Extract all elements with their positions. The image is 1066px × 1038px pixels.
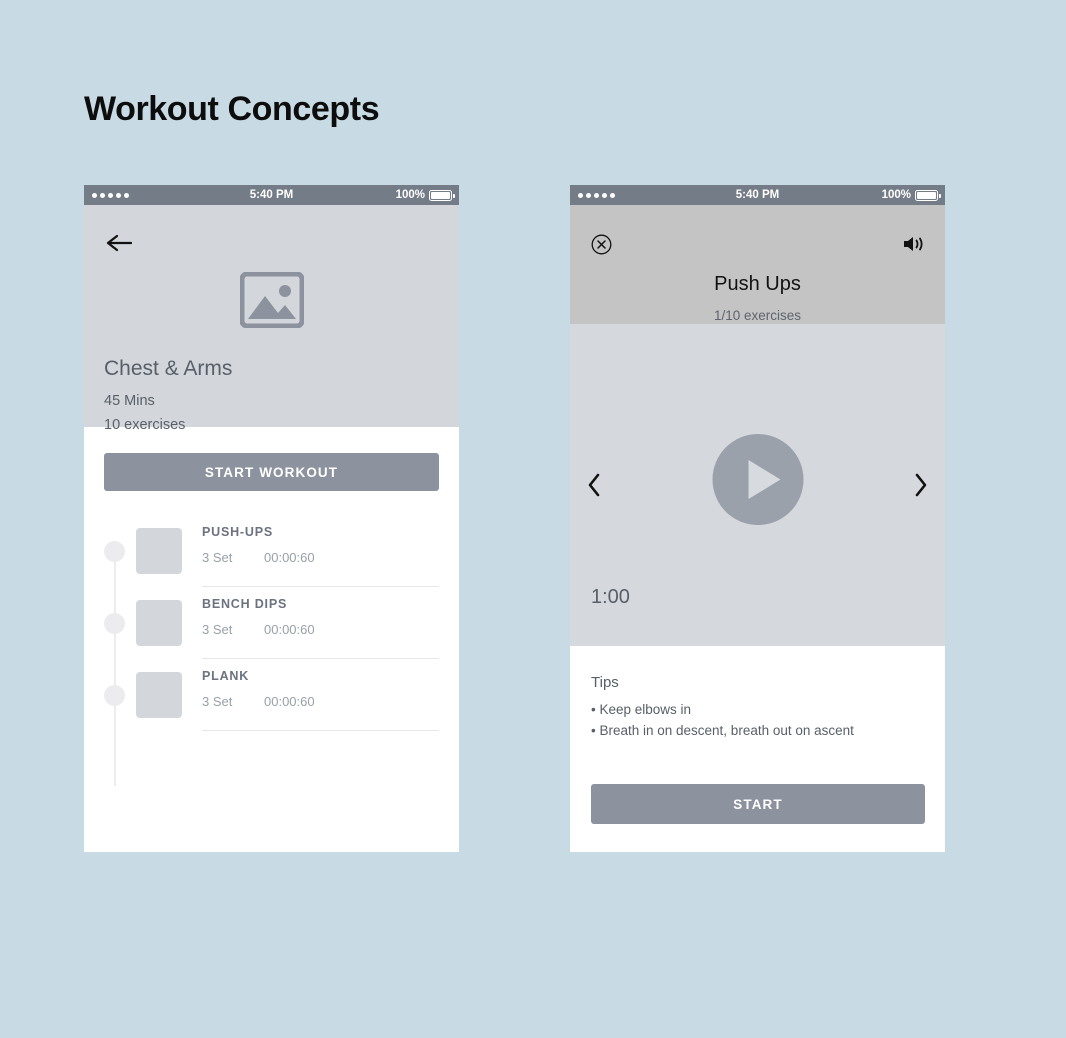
workout-title: Chest & Arms xyxy=(104,357,233,380)
exercise-meta: 3 Set 00:00:60 xyxy=(202,622,439,637)
exercise-info: BENCH DIPS 3 Set 00:00:60 xyxy=(202,597,439,637)
exercise-list: PUSH-UPS 3 Set 00:00:60 BENCH DIPS 3 Set… xyxy=(84,515,459,786)
exercise-time: 00:00:60 xyxy=(264,550,315,565)
status-bar: 5:40 PM 100% xyxy=(570,185,945,205)
timeline-dot xyxy=(104,541,125,562)
tips-item: • Breath in on descent, breath out on as… xyxy=(591,723,854,738)
tips-item: • Keep elbows in xyxy=(591,702,692,717)
exercise-sets: 3 Set xyxy=(202,622,233,637)
chevron-left-icon[interactable] xyxy=(585,472,603,498)
battery-icon xyxy=(915,189,941,201)
list-item[interactable]: PUSH-UPS 3 Set 00:00:60 xyxy=(84,515,459,587)
chevron-right-icon[interactable] xyxy=(912,472,930,498)
speaker-volume-icon[interactable] xyxy=(902,234,926,254)
exercise-name: PLANK xyxy=(202,669,250,683)
workout-exercise-count: 10 exercises xyxy=(104,417,186,433)
screenshot-root: Workout Concepts 5:40 PM 100% Chest & Ar… xyxy=(0,0,1066,1038)
exercise-thumbnail xyxy=(136,672,182,718)
arrow-left-icon[interactable] xyxy=(106,233,133,253)
phone-mockup-exercise-player: 5:40 PM 100% Push Ups 1/10 exercises 1:0… xyxy=(570,185,945,852)
page-title: Workout Concepts xyxy=(84,90,380,128)
status-bar: 5:40 PM 100% xyxy=(84,185,459,205)
status-bar-battery-group: 100% xyxy=(395,189,455,201)
exercise-meta: 3 Set 00:00:60 xyxy=(202,694,439,709)
exercise-header: Push Ups 1/10 exercises xyxy=(570,205,945,324)
timeline-dot xyxy=(104,613,125,634)
battery-icon xyxy=(429,189,455,201)
exercise-meta: 3 Set 00:00:60 xyxy=(202,550,439,565)
exercise-sets: 3 Set xyxy=(202,550,233,565)
battery-percent-label: 100% xyxy=(881,189,911,201)
battery-percent-label: 100% xyxy=(395,189,425,201)
exercise-name: PUSH-UPS xyxy=(202,525,273,539)
workout-hero: Chest & Arms 45 Mins 10 exercises xyxy=(84,205,459,433)
exercise-timer: 1:00 xyxy=(591,586,630,608)
exercise-info: PUSH-UPS 3 Set 00:00:60 xyxy=(202,525,439,565)
start-button[interactable]: START xyxy=(591,784,925,824)
workout-duration: 45 Mins xyxy=(104,393,155,409)
start-workout-button[interactable]: START WORKOUT xyxy=(104,453,439,491)
exercise-time: 00:00:60 xyxy=(264,694,315,709)
list-item[interactable]: PLANK 3 Set 00:00:60 xyxy=(84,659,459,731)
row-divider xyxy=(202,730,439,731)
exercise-thumbnail xyxy=(136,528,182,574)
exercise-thumbnail xyxy=(136,600,182,646)
exercise-progress: 1/10 exercises xyxy=(713,308,802,323)
tips-title: Tips xyxy=(591,674,619,691)
timeline-dot xyxy=(104,685,125,706)
exercise-sets: 3 Set xyxy=(202,694,233,709)
phone-mockup-workout-detail: 5:40 PM 100% Chest & Arms 45 Mins 10 exe… xyxy=(84,185,459,852)
exercise-title: Push Ups xyxy=(714,273,801,295)
close-circle-icon[interactable] xyxy=(591,234,612,255)
list-item[interactable]: BENCH DIPS 3 Set 00:00:60 xyxy=(84,587,459,659)
exercise-time: 00:00:60 xyxy=(264,622,315,637)
tips-section: Tips • Keep elbows in • Breath in on des… xyxy=(570,646,945,852)
play-circle-icon[interactable] xyxy=(712,434,803,526)
tips-list: • Keep elbows in • Breath in on descent,… xyxy=(591,701,924,739)
exercise-info: PLANK 3 Set 00:00:60 xyxy=(202,669,439,709)
status-bar-battery-group: 100% xyxy=(881,189,941,201)
exercise-name: BENCH DIPS xyxy=(202,597,288,611)
image-placeholder-icon xyxy=(239,271,304,333)
video-player-area: 1:00 xyxy=(570,324,945,646)
